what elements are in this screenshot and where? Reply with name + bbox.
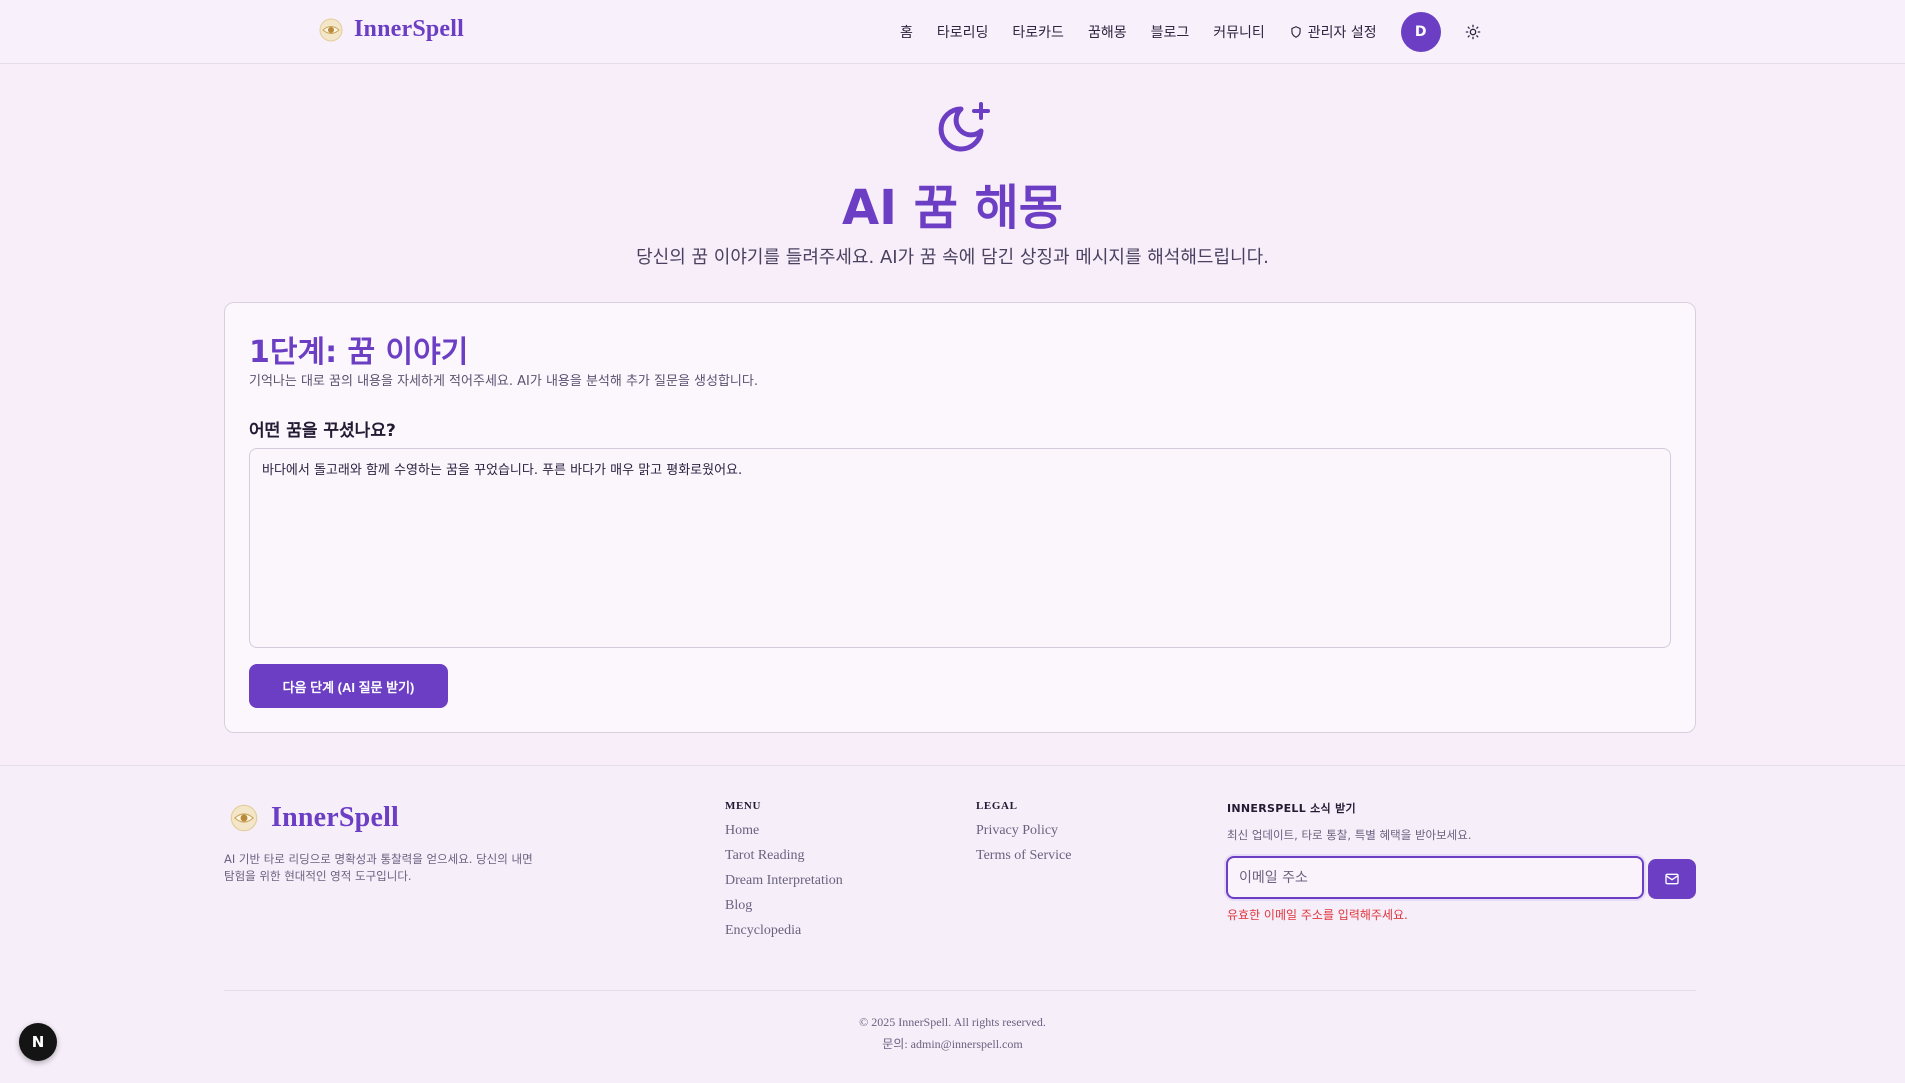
footer-legal-title: LEGAL: [976, 800, 1018, 812]
footer-brand-name: InnerSpell: [271, 802, 400, 833]
dream-step-card: 1단계: 꿈 이야기 기억나는 대로 꿈의 내용을 자세하게 적어주세요. AI…: [224, 302, 1696, 733]
footer-brand-logo[interactable]: InnerSpell: [229, 802, 399, 834]
step-title: 1단계: 꿈 이야기: [249, 335, 469, 370]
step-description: 기억나는 대로 꿈의 내용을 자세하게 적어주세요. AI가 내용을 분석해 추…: [249, 374, 758, 389]
footer-description: AI 기반 타로 리딩으로 명확성과 통찰력을 얻으세요. 당신의 내면 탐험을…: [224, 852, 533, 883]
footer-divider: [224, 990, 1696, 991]
newsletter-email-input[interactable]: [1226, 856, 1644, 899]
footer-link-blog[interactable]: Blog: [725, 898, 843, 914]
dream-textarea[interactable]: 바다에서 돌고래와 함께 수영하는 꿈을 꾸었습니다. 푸른 바다가 매우 맑고…: [249, 448, 1671, 648]
email-error-message: 유효한 이메일 주소를 입력해주세요.: [1227, 908, 1408, 922]
dream-field-label: 어떤 꿈을 꾸셨나요?: [249, 421, 396, 441]
eye-logo-icon: [319, 18, 343, 41]
shield-icon: [1291, 26, 1301, 38]
moon-star-icon: [938, 102, 990, 152]
next-step-button[interactable]: 다음 단계 (AI 질문 받기): [249, 664, 448, 708]
nav-item-tarot-cards[interactable]: 타로카드: [1012, 22, 1064, 42]
footer-link-dream-interpretation[interactable]: Dream Interpretation: [725, 873, 843, 889]
user-avatar[interactable]: D: [1400, 12, 1441, 52]
footer-link-home[interactable]: Home: [725, 823, 843, 839]
footer-menu-title: MENU: [725, 800, 762, 812]
copyright-text: © 2025 InnerSpell. All rights reserved.: [859, 1015, 1046, 1029]
nav-item-home[interactable]: 홈: [900, 22, 913, 42]
footer-legal-column: LEGAL Privacy Policy Terms of Service: [976, 800, 1071, 873]
theme-toggle-button[interactable]: [1463, 22, 1483, 42]
page-title: AI 꿈 해몽: [842, 180, 1063, 236]
site-footer: InnerSpell AI 기반 타로 리딩으로 명확성과 통찰력을 얻으세요.…: [0, 765, 1905, 1083]
footer-link-tarot-reading[interactable]: Tarot Reading: [725, 848, 843, 864]
footer-link-privacy[interactable]: Privacy Policy: [976, 823, 1071, 839]
footer-link-terms[interactable]: Terms of Service: [976, 848, 1071, 864]
newsletter-title: INNERSPELL 소식 받기: [1227, 802, 1356, 815]
brand-logo[interactable]: InnerSpell: [318, 16, 464, 43]
sun-icon: [1465, 24, 1480, 40]
footer-menu-column: MENU Home Tarot Reading Dream Interpreta…: [725, 800, 843, 948]
newsletter-column: INNERSPELL 소식 받기 최신 업데이트, 타로 통찰, 특별 혜택을 …: [1227, 800, 1472, 843]
nav-item-blog[interactable]: 블로그: [1151, 22, 1190, 42]
mail-icon: [1665, 873, 1679, 885]
admin-settings-label: 관리자 설정: [1307, 25, 1377, 41]
page-subtitle: 당신의 꿈 이야기를 들려주세요. AI가 꿈 속에 담긴 상징과 메시지를 해…: [636, 247, 1269, 268]
newsletter-description: 최신 업데이트, 타로 통찰, 특별 혜택을 받아보세요.: [1227, 828, 1472, 842]
contact-text: 문의: admin@innerspell.com: [882, 1037, 1023, 1051]
brand-name: InnerSpell: [354, 16, 465, 42]
main-nav: 홈 타로리딩 타로카드 꿈해몽 블로그 커뮤니티 관리자 설정 D: [900, 0, 1483, 64]
newsletter-submit-button[interactable]: [1648, 859, 1696, 899]
nav-item-tarot-reading[interactable]: 타로리딩: [937, 22, 989, 42]
nav-item-community[interactable]: 커뮤니티: [1213, 22, 1265, 42]
nav-item-admin-settings[interactable]: 관리자 설정: [1289, 22, 1377, 42]
eye-logo-icon: [230, 804, 258, 832]
dev-tools-badge[interactable]: N: [19, 1023, 57, 1061]
nav-item-dream[interactable]: 꿈해몽: [1088, 22, 1127, 42]
footer-link-encyclopedia[interactable]: Encyclopedia: [725, 923, 843, 939]
site-header: InnerSpell 홈 타로리딩 타로카드 꿈해몽 블로그 커뮤니티 관리자 …: [0, 0, 1905, 64]
